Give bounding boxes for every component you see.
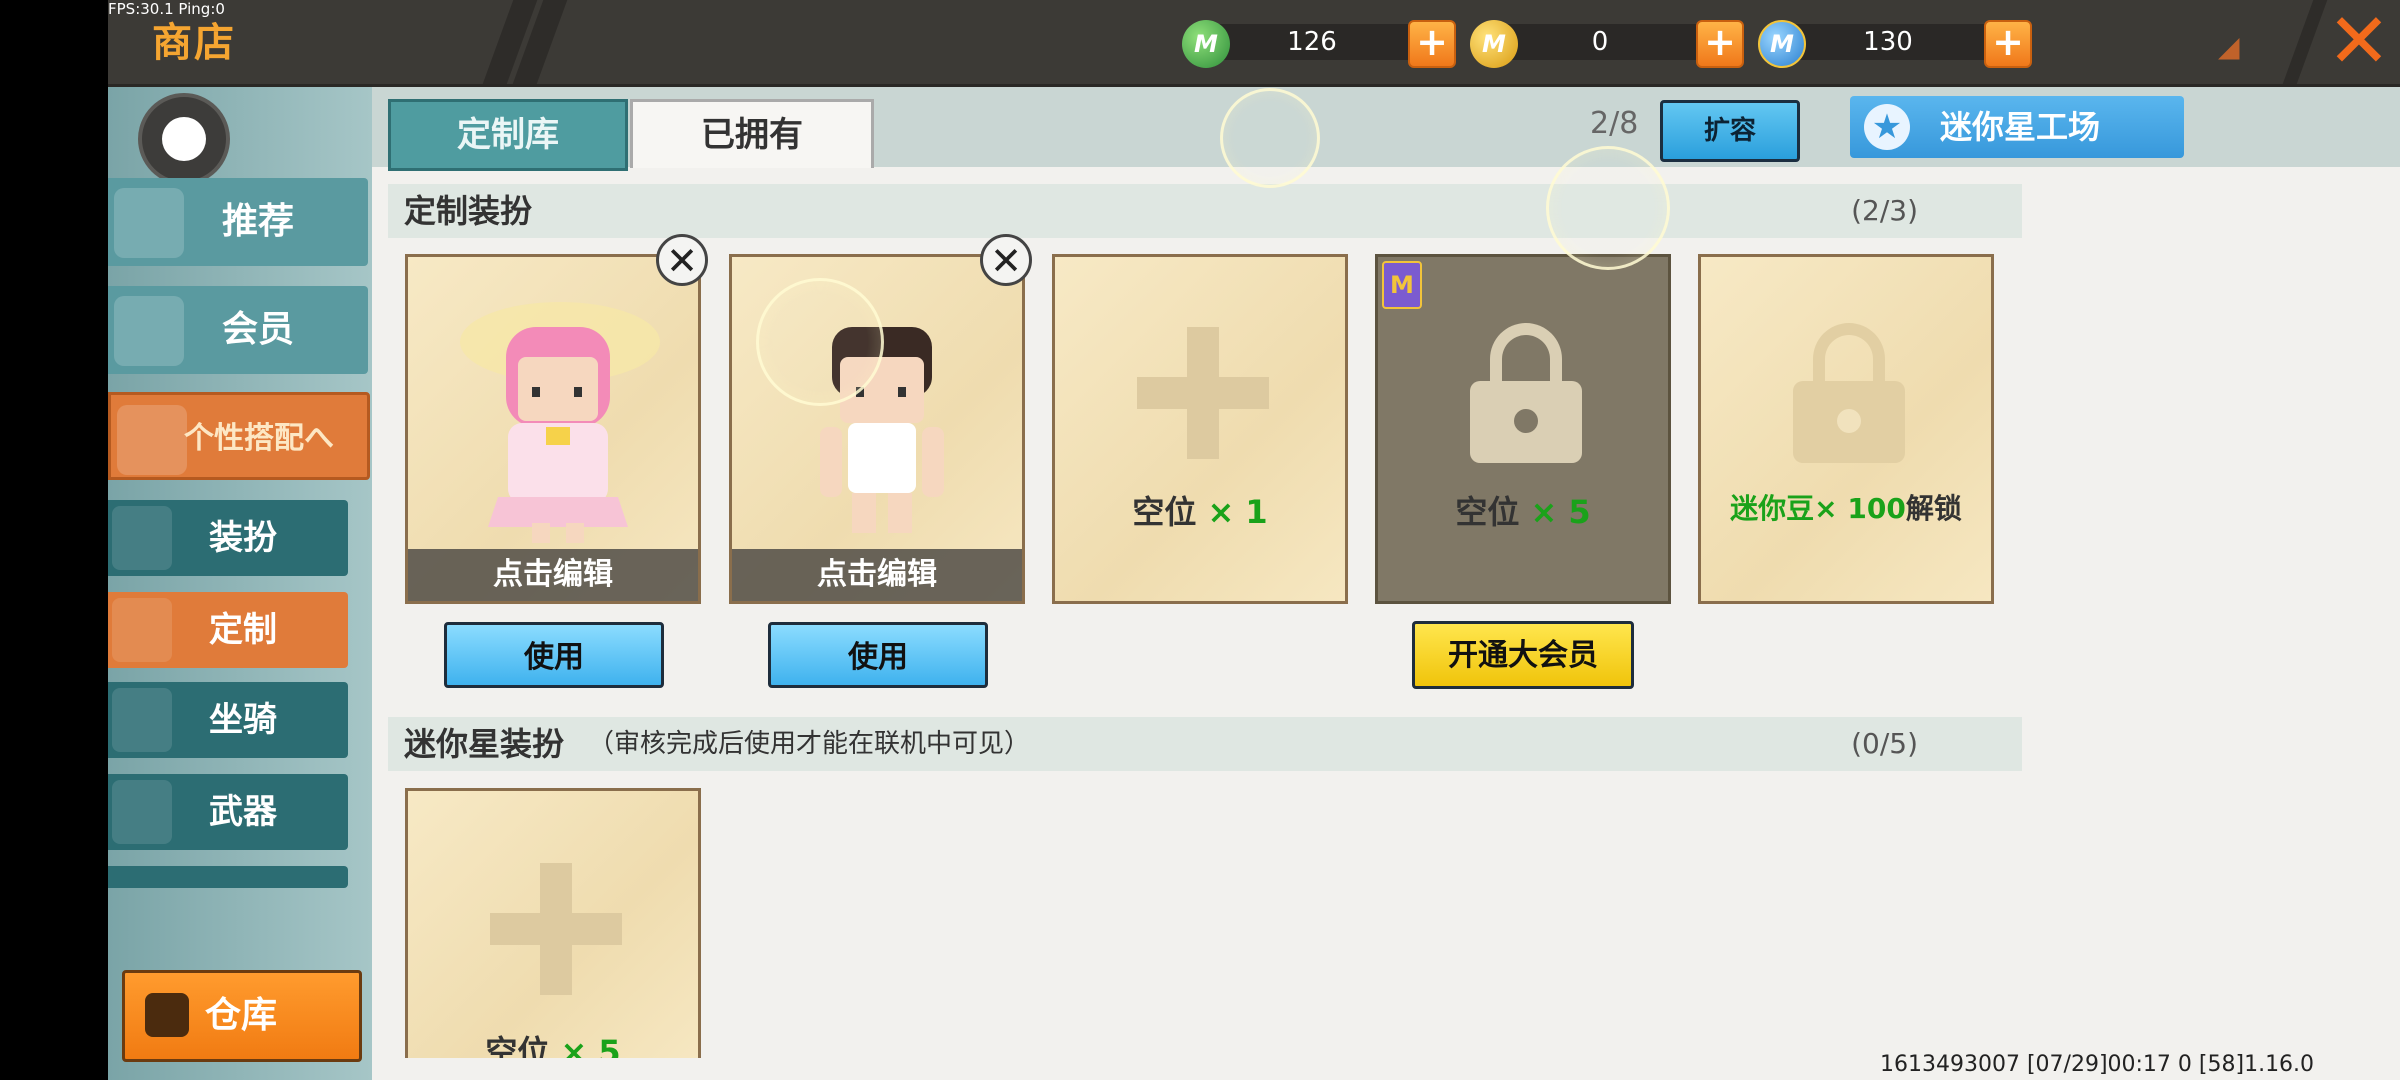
section-title: 迷你星装扮 [404,725,565,763]
outfit-card-1[interactable]: 点击编辑 [405,254,701,604]
sidebar-item-label: 个性搭配へ [184,421,334,456]
section-count: (2/3) [1851,194,1918,227]
sidebar-subitem-outfit[interactable]: 装扮 [108,500,348,576]
sidebar-item-label: 推荐 [221,201,294,242]
signal-icon: ◢ [2218,30,2240,63]
remove-outfit-2-button[interactable]: ✕ [980,234,1032,286]
currency-value: 0 [1591,27,1609,57]
touch-indicator [1546,146,1670,270]
sidebar-subitem-label: 坐骑 [209,700,277,740]
lock-icon [1470,323,1582,463]
custom-outfit-section-header: 定制装扮 (2/3) [388,184,2022,238]
use-outfit-1-button[interactable]: 使用 [444,622,664,688]
slot-count: × 5 [1530,493,1591,531]
slot-count: × 1 [1207,493,1268,531]
currency-value: 126 [1287,27,1337,57]
tab-owned[interactable]: 已拥有 [630,99,874,168]
add-blue-coin-button[interactable]: + [1984,20,2032,68]
add-green-gem-button[interactable]: + [1408,20,1456,68]
decor-stripe [2282,0,2328,84]
section-title: 定制装扮 [404,192,533,230]
sidebar-subitem-custom[interactable]: 定制 [108,592,348,668]
slot-count: × 5 [560,1033,621,1058]
warehouse-button[interactable]: 仓库 [122,970,362,1062]
warehouse-label: 仓库 [205,995,278,1036]
toggle-button[interactable] [138,93,230,185]
unlock-currency: 迷你豆 [1730,492,1815,525]
edit-label[interactable]: 点击编辑 [732,549,1022,601]
sidebar-subitem-mount[interactable]: 坐骑 [108,682,348,758]
sidebar-subitem-weapon[interactable]: 武器 [108,774,348,850]
mini-star-workshop-button[interactable]: ★ 迷你星工场 [1850,96,2184,158]
locked-slot-label: 空位 × 5 [1378,487,1668,533]
touch-indicator [756,278,884,406]
fps-readout: FPS:30.1 Ping:0 [108,0,225,18]
slot-prefix: 空位 [1455,493,1520,531]
vip-badge-icon: M [1382,261,1422,309]
sidebar-item-recommend[interactable]: 推荐 [108,178,368,266]
close-icon[interactable]: ✕ [2324,3,2394,79]
unlock-suffix: 解锁 [1905,492,1962,525]
mini-star-section-header: 迷你星装扮 （审核完成后使用才能在联机中可见） (0/5) [388,717,2022,771]
build-info: 1613493007 [07/29]00:17 0 [58]1.16.0 [1880,1052,2315,1077]
plus-icon [1137,327,1269,459]
tab-custom-library[interactable]: 定制库 [388,99,628,171]
slot-prefix: 空位 [485,1033,550,1058]
edit-label[interactable]: 点击编辑 [408,549,698,601]
empty-slot-card[interactable]: 空位 × 1 [1052,254,1348,604]
currency-value: 130 [1863,27,1913,57]
star-empty-slot-card[interactable]: 空位 × 5 [405,788,701,1058]
slot-counter: 2/8 [1590,106,1639,141]
empty-slot-label: 空位 × 5 [408,1027,698,1058]
sidebar-subitem-label: 武器 [209,792,277,832]
plus-icon [490,863,622,995]
use-outfit-2-button[interactable]: 使用 [768,622,988,688]
sidebar-item-label: 会员 [221,309,294,350]
green-gem-icon: M [1182,20,1230,68]
unlock-label: 迷你豆× 100解锁 [1701,487,1991,527]
sidebar-subitem-partial[interactable] [108,866,348,888]
lock-icon [1793,323,1905,463]
sidebar-subitem-label: 装扮 [209,518,277,558]
gold-coin-icon: M [1470,20,1518,68]
sidebar-subitem-label: 定制 [209,610,277,650]
sidebar-item-style[interactable]: 个性搭配へ [108,392,370,480]
page-title: 商店 [152,20,236,66]
workshop-label: 迷你星工场 [1940,108,2101,146]
star-icon: ★ [1864,104,1910,150]
add-gold-coin-button[interactable]: + [1696,20,1744,68]
sidebar-item-member[interactable]: 会员 [108,286,368,374]
section-count: (0/5) [1851,727,1918,760]
pink-hair-character [460,302,660,543]
vip-locked-slot-card[interactable]: M 空位 × 5 [1375,254,1671,604]
expand-button[interactable]: 扩容 [1660,100,1800,162]
slot-prefix: 空位 [1132,493,1197,531]
empty-slot-label: 空位 × 1 [1055,487,1345,533]
blue-coin-icon: M [1758,20,1806,68]
touch-indicator [1220,88,1320,188]
remove-outfit-1-button[interactable]: ✕ [656,234,708,286]
bean-locked-slot-card[interactable]: 迷你豆× 100解锁 [1698,254,1994,604]
open-vip-button[interactable]: 开通大会员 [1412,621,1634,689]
unlock-amount: × 100 [1814,492,1906,525]
chest-icon [145,993,189,1037]
section-subtitle: （审核完成后使用才能在联机中可见） [588,729,1031,759]
